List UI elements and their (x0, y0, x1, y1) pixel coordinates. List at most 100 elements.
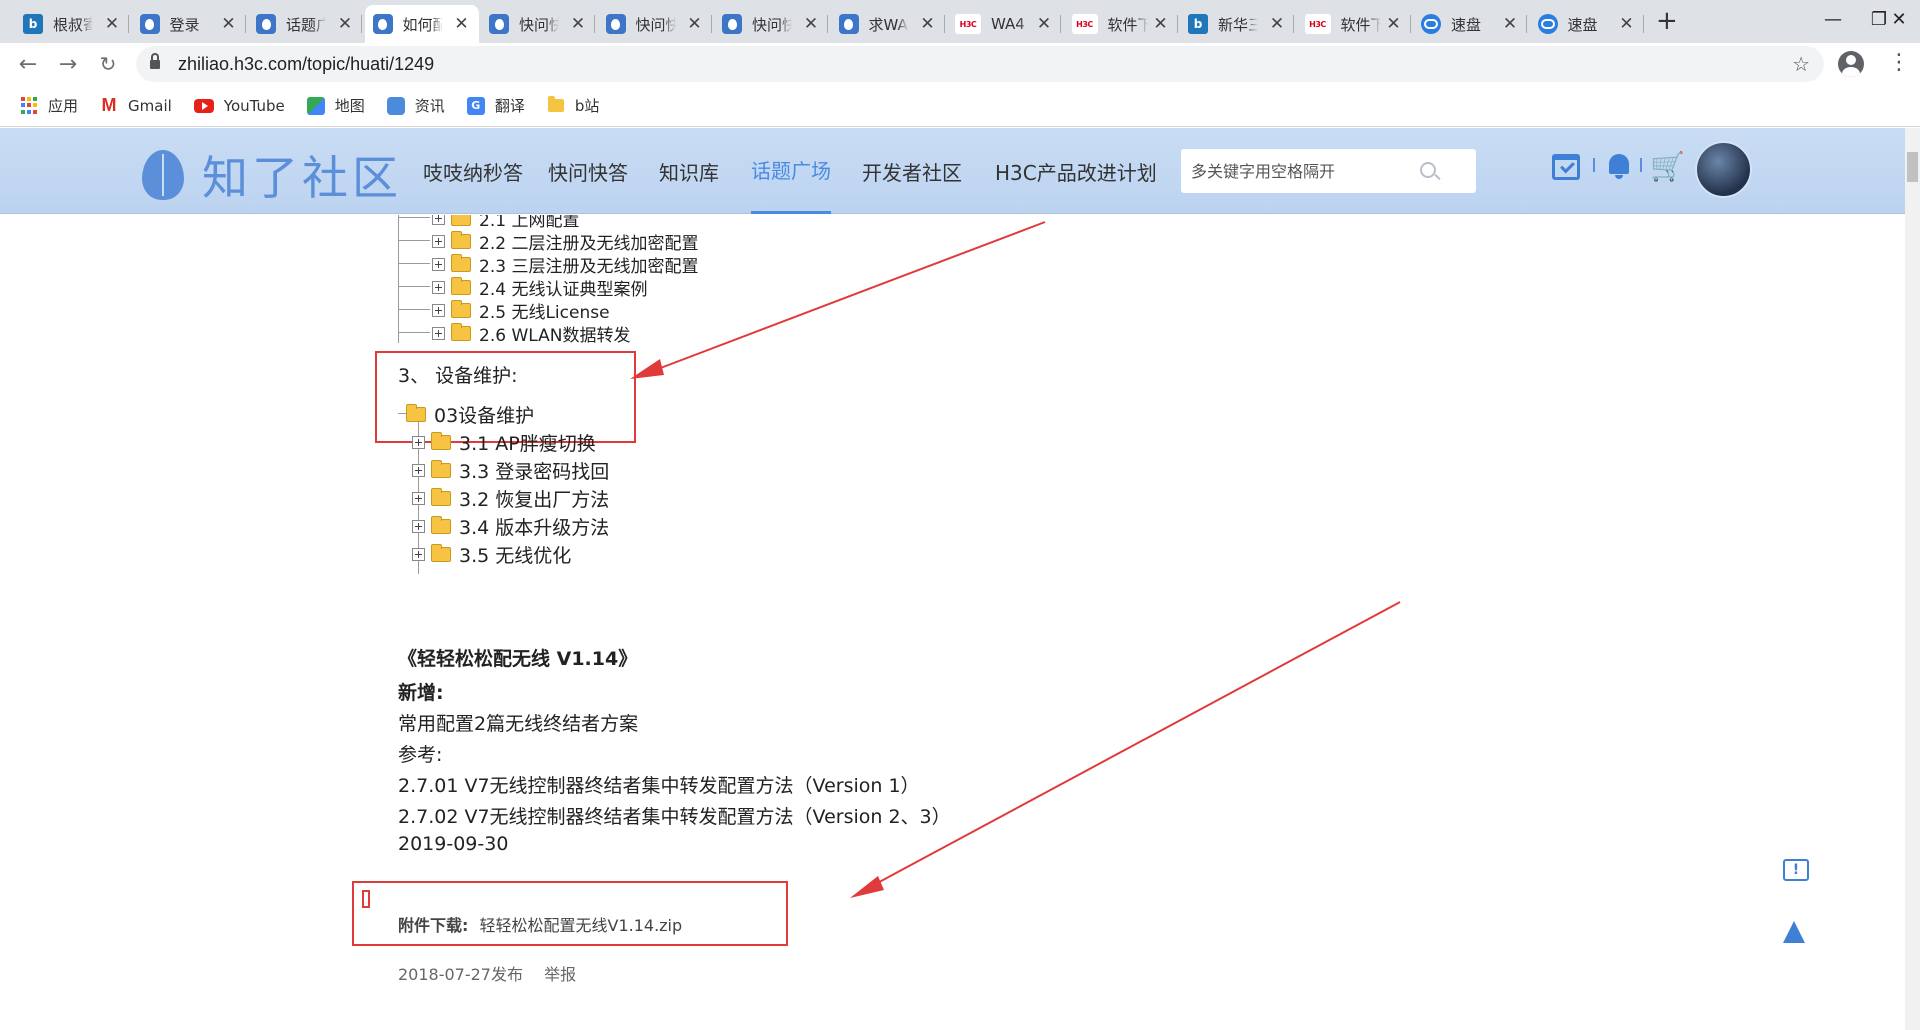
expand-icon[interactable] (432, 258, 445, 271)
site-search-box[interactable] (1181, 149, 1476, 193)
browser-tab[interactable]: 求WA ✕ (831, 5, 945, 43)
tree-folder-item[interactable]: 3.5 无线优化 (412, 541, 571, 568)
profile-icon[interactable] (1838, 51, 1864, 77)
tab-title: 话题广场 (286, 15, 326, 34)
browser-tab[interactable]: b 根叔寄 ✕ (15, 5, 129, 43)
bookmark-star-icon[interactable]: ☆ (1792, 52, 1810, 76)
expand-icon[interactable] (412, 548, 425, 561)
browser-tab[interactable]: 话题广场 ✕ (248, 5, 362, 43)
tab-divider (1060, 15, 1061, 33)
annotation-arrow (649, 221, 1046, 373)
browser-tab[interactable]: 快问快答 ✕ (481, 5, 595, 43)
tab-close-icon[interactable]: ✕ (336, 14, 354, 34)
browser-tab[interactable]: H3C 软件下载✕ (1064, 5, 1178, 43)
site-nav-item[interactable]: 知识库 (659, 128, 719, 214)
expand-icon[interactable] (412, 436, 425, 449)
h3c-icon: H3C (955, 14, 981, 34)
url-text[interactable]: zhiliao.h3c.com/topic/huati/1249 (178, 54, 434, 75)
address-bar[interactable]: zhiliao.h3c.com/topic/huati/1249 ☆ (136, 46, 1824, 82)
expand-icon[interactable] (412, 464, 425, 477)
tab-close-icon[interactable]: ✕ (1501, 14, 1519, 34)
bookmark-item[interactable]: 地图 (306, 95, 365, 116)
article-content: 3、 设备维护: 03设备维护 《轻轻松松配无线 V1.14》 新增: 常用配置… (0, 215, 1905, 1030)
tree-folder-item[interactable]: 3.1 AP胖瘦切换 (412, 429, 596, 456)
tree-folder-item[interactable]: 3.4 版本升级方法 (412, 513, 609, 540)
browser-tab[interactable]: H3C WA4 ✕ (947, 5, 1061, 43)
site-nav-item[interactable]: 快问快答 (548, 128, 628, 214)
expand-icon[interactable] (432, 327, 445, 340)
tree-folder-item[interactable]: 3.2 恢复出厂方法 (412, 485, 609, 512)
annotation-arrow (869, 601, 1401, 888)
tree-connector (398, 332, 430, 333)
forward-icon[interactable]: → (54, 50, 82, 78)
expand-icon[interactable] (432, 215, 445, 225)
tab-close-icon[interactable]: ✕ (1618, 14, 1636, 34)
tree-folder-item[interactable]: 2.2 二层注册及无线加密配置 (432, 229, 698, 254)
browser-tab[interactable]: 快问快答 ✕ (714, 5, 828, 43)
menu-dots-icon[interactable]: ⋮ (1888, 52, 1910, 74)
expand-icon[interactable] (432, 281, 445, 294)
tab-close-icon[interactable]: ✕ (802, 14, 820, 34)
tab-close-icon[interactable]: ✕ (1268, 14, 1286, 34)
tree-folder-item[interactable]: 2.3 三层注册及无线加密配置 (432, 252, 698, 277)
cloud-icon (1537, 14, 1558, 34)
close-window-icon[interactable]: ✕ (1876, 2, 1920, 36)
tab-divider (244, 15, 246, 33)
bookmark-item[interactable]: M Gmail (100, 95, 172, 115)
tab-divider (943, 15, 945, 33)
browser-tab[interactable]: 如何配置 ✕ (364, 5, 479, 43)
cart-icon[interactable]: 🛒 (1650, 152, 1685, 182)
tree-label: 2.4 无线认证典型案例 (479, 280, 648, 300)
browser-tab[interactable]: 快问快答 ✕ (598, 5, 712, 43)
search-input[interactable] (1191, 161, 1421, 181)
folder-icon (451, 254, 471, 272)
calendar-check-icon[interactable] (1552, 154, 1580, 180)
zhiliao-icon (605, 14, 626, 34)
scroll-thumb[interactable] (1907, 152, 1918, 182)
feedback-icon[interactable]: ! (1783, 859, 1809, 881)
bookmark-item[interactable]: b站 (547, 95, 599, 116)
tree-folder-item[interactable]: 3.3 登录密码找回 (412, 457, 609, 484)
tree-folder-item[interactable]: 2.5 无线License (432, 298, 610, 323)
tab-close-icon[interactable]: ✕ (220, 14, 238, 34)
tab-close-icon[interactable]: ✕ (1385, 14, 1403, 34)
tab-close-icon[interactable]: ✕ (919, 14, 937, 34)
expand-icon[interactable] (432, 304, 445, 317)
tab-close-icon[interactable]: ✕ (1152, 14, 1170, 34)
browser-tab[interactable]: 登录 ✕ (132, 5, 246, 43)
lock-icon[interactable] (150, 53, 160, 70)
back-to-top-icon[interactable] (1783, 921, 1805, 943)
tab-close-icon[interactable]: ✕ (103, 14, 121, 34)
search-icon[interactable] (1420, 162, 1436, 178)
expand-icon[interactable] (412, 520, 425, 533)
bookmark-item[interactable]: 应用 (20, 95, 78, 116)
browser-tab[interactable]: H3C 软件下载✕ (1297, 5, 1411, 43)
tab-close-icon[interactable]: ✕ (686, 14, 704, 34)
page-scrollbar[interactable] (1905, 128, 1920, 1030)
reload-icon[interactable]: ↻ (94, 50, 122, 78)
tab-close-icon[interactable]: ✕ (453, 14, 471, 34)
tree-folder-item[interactable]: 2.6 WLAN数据转发 (432, 321, 630, 346)
user-avatar[interactable] (1695, 141, 1752, 198)
browser-tab[interactable]: b 新华三 ✕ (1180, 5, 1294, 43)
site-nav-item[interactable]: 吱吱纳秒答 (423, 128, 523, 214)
expand-icon[interactable] (432, 235, 445, 248)
site-nav-item[interactable]: H3C产品改进计划 (995, 128, 1157, 214)
tab-title: WA4 (991, 15, 1025, 33)
tab-close-icon[interactable]: ✕ (569, 14, 587, 34)
site-logo[interactable]: 知了社区 (140, 142, 402, 208)
bookmark-item[interactable]: 资讯 (386, 95, 445, 116)
minimize-icon[interactable]: — (1810, 2, 1856, 36)
bookmark-item[interactable]: YouTube (193, 97, 285, 115)
browser-tab[interactable]: 速盘 ✕ (1530, 5, 1644, 43)
bookmark-item[interactable]: G 翻译 (466, 95, 525, 116)
tab-close-icon[interactable]: ✕ (1035, 14, 1053, 34)
browser-tab[interactable]: 速盘 ✕ (1413, 5, 1527, 43)
site-nav-item[interactable]: 话题广场 (751, 128, 831, 214)
new-tab-button[interactable]: + (1656, 8, 1678, 34)
bell-icon[interactable] (1606, 152, 1636, 182)
tree-folder-item[interactable]: 2.4 无线认证典型案例 (432, 275, 647, 300)
expand-icon[interactable] (412, 492, 425, 505)
site-nav-item[interactable]: 开发者社区 (862, 128, 962, 214)
back-icon[interactable]: ← (14, 50, 42, 78)
